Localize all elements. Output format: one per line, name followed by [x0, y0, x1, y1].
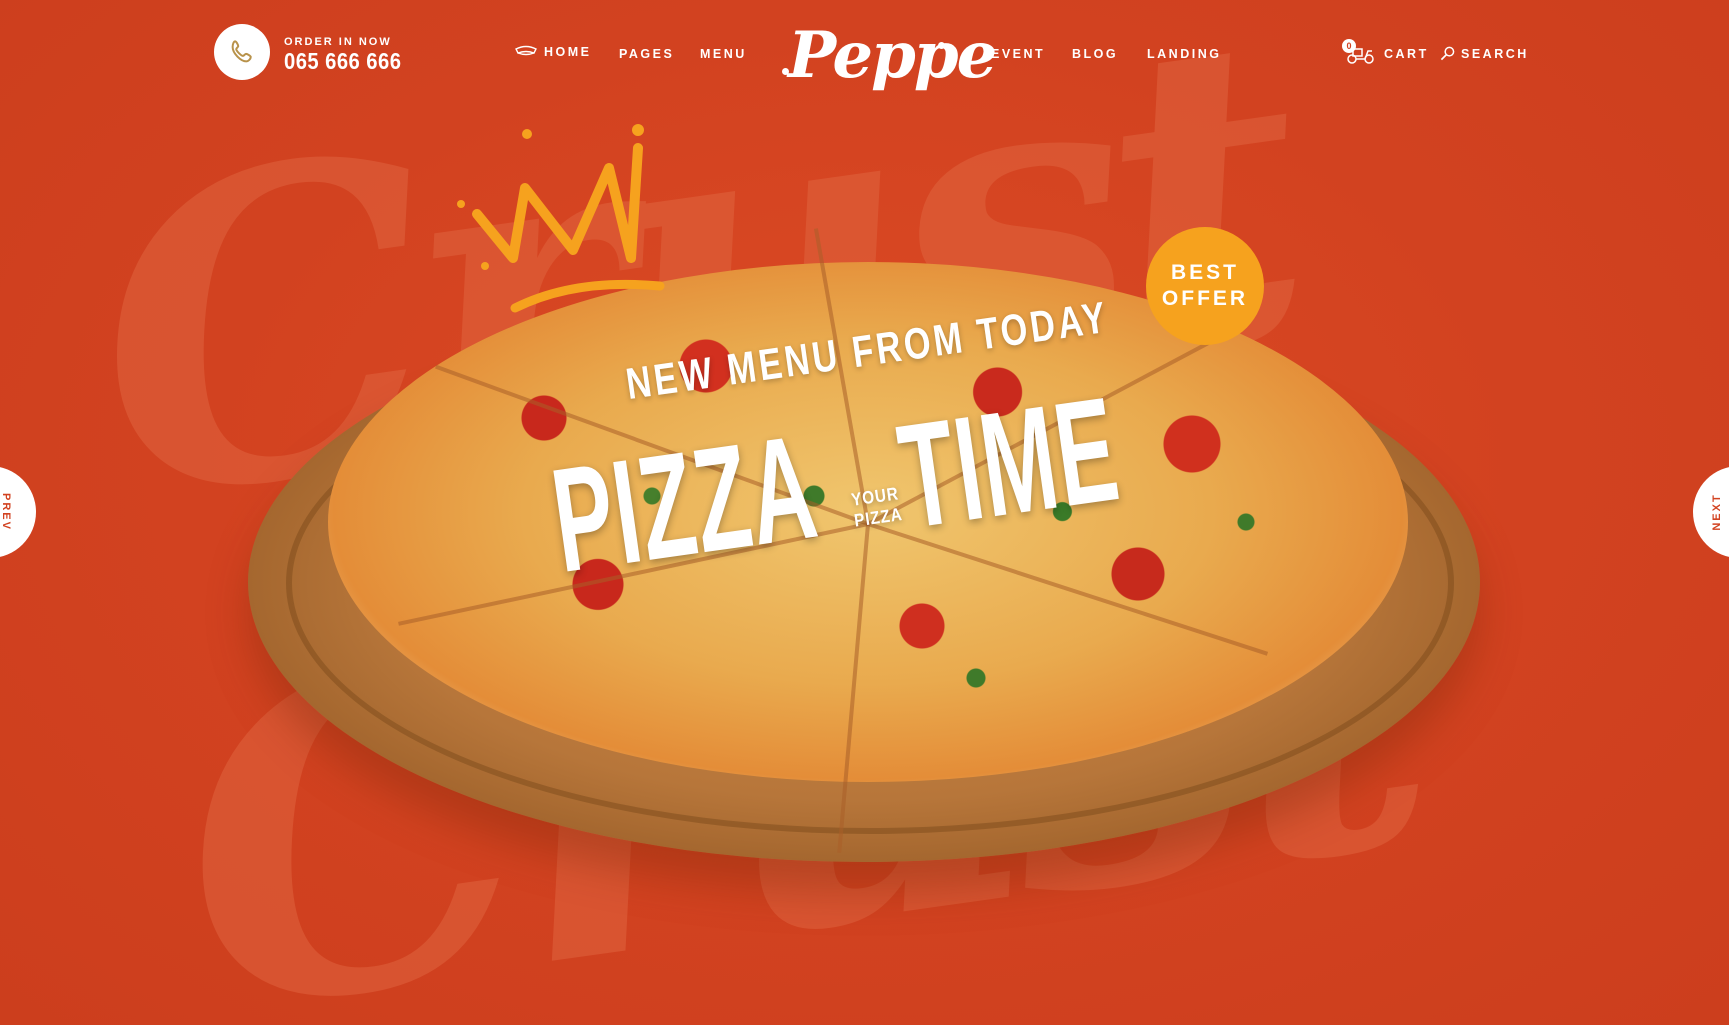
next-label: NEXT: [1711, 493, 1723, 531]
logo-dot-right: [938, 42, 945, 49]
crown-doodle-icon: [457, 124, 665, 313]
site-header: ORDER IN NOW 065 666 666 HOME PAGES MENU…: [0, 0, 1729, 110]
order-label: ORDER IN NOW: [284, 36, 392, 48]
logo-text: Peppe: [788, 18, 997, 93]
hero-small-text: YOUR PIZZA: [850, 483, 904, 531]
nav-pages[interactable]: PAGES: [619, 47, 674, 61]
hero-title-left: PIZZA: [543, 403, 827, 604]
order-phone-number[interactable]: 065 666 666: [284, 48, 401, 75]
nav-event[interactable]: EVENT: [991, 47, 1045, 61]
phone-icon: [231, 40, 252, 63]
page: Crust Crust ORDER IN NOW 065 666 666 HOM…: [0, 0, 1729, 1025]
nav-menu[interactable]: MENU: [700, 47, 747, 61]
nav-blog[interactable]: BLOG: [1072, 47, 1118, 61]
nav-home-label: HOME: [544, 45, 592, 59]
cart-count-badge: 0: [1342, 39, 1356, 53]
phone-button[interactable]: [214, 24, 270, 80]
prev-label: PREV: [0, 493, 12, 531]
nav-landing[interactable]: LANDING: [1147, 47, 1221, 61]
cart-icon-wrap: 0: [1342, 39, 1376, 65]
search-button[interactable]: SEARCH: [1440, 46, 1529, 61]
cart-label: CART: [1384, 47, 1429, 61]
badge-line-1: BEST: [1170, 260, 1239, 284]
hero-title-right: TIME: [890, 366, 1128, 560]
pizza-slice-icon: [515, 45, 537, 56]
site-logo[interactable]: Peppe: [778, 14, 997, 94]
best-offer-badge[interactable]: BEST OFFER: [1146, 227, 1264, 345]
search-icon: [1440, 46, 1455, 61]
search-label: SEARCH: [1461, 46, 1529, 61]
slider-next-button[interactable]: NEXT: [1693, 466, 1729, 558]
slider-prev-button[interactable]: PREV: [0, 466, 36, 558]
badge-line-2: OFFER: [1161, 287, 1249, 310]
logo-dot-left: [782, 68, 789, 75]
cart-button[interactable]: 0 CART: [1342, 39, 1429, 65]
nav-home[interactable]: HOME: [514, 45, 592, 59]
